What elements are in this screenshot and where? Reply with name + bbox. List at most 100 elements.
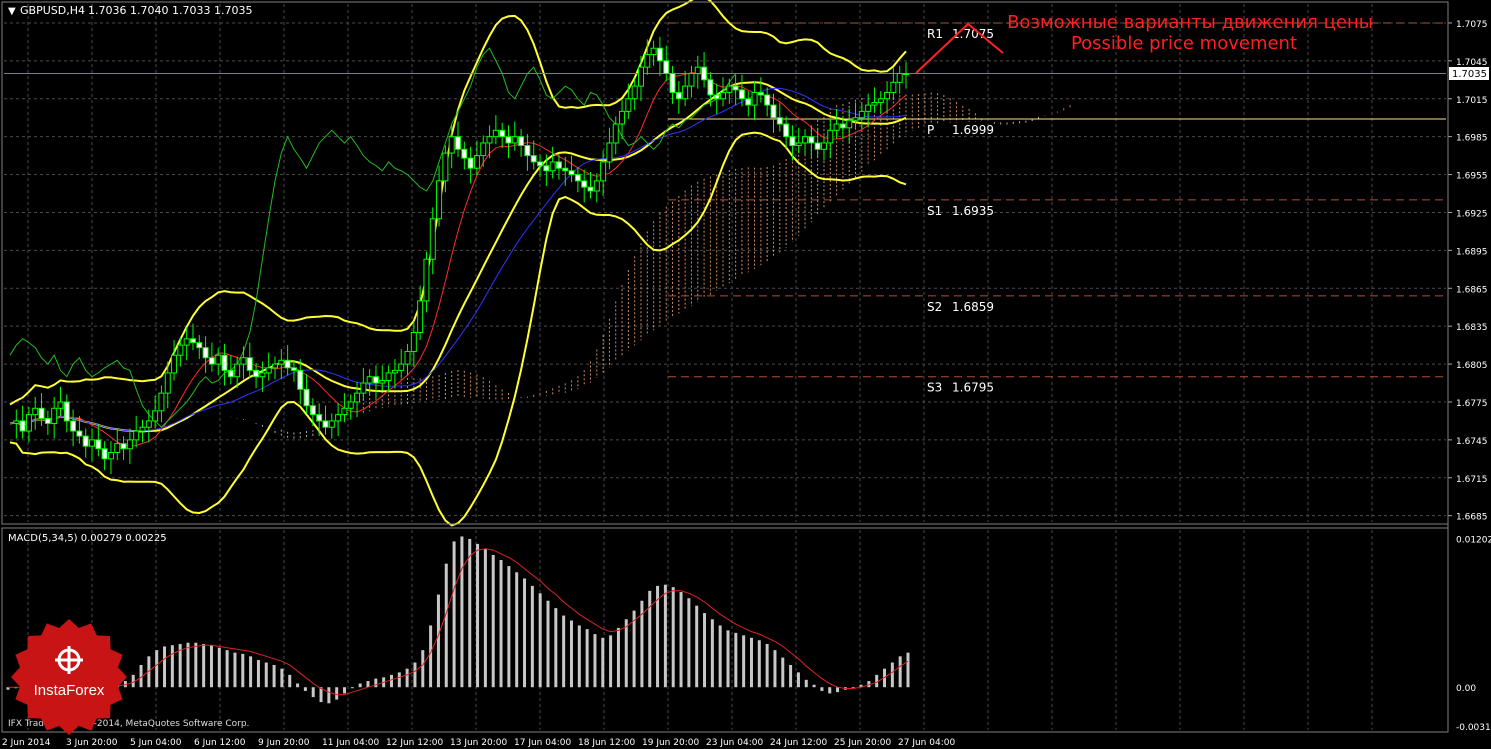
price-tick-label: 1.6835 [1456, 323, 1488, 333]
price-tick-label: 1.6865 [1456, 285, 1488, 295]
macd-bar [836, 687, 840, 693]
candle-body [505, 136, 512, 144]
candle-body [448, 136, 455, 154]
candle-body [19, 420, 26, 432]
candle-body [726, 85, 733, 93]
candle-body [139, 426, 146, 432]
time-tick-label: 12 Jun 12:00 [386, 738, 443, 748]
candle-body [461, 148, 468, 159]
candle-body [802, 136, 809, 144]
candle-body [839, 123, 846, 129]
candle-body [202, 347, 209, 359]
candle-body [335, 414, 342, 422]
candle-body [341, 407, 348, 416]
price-tick-label: 1.6805 [1456, 361, 1488, 371]
candle-body [612, 123, 619, 144]
trading-chart[interactable]: R1 1.7075P 1.6999S1 1.6935S2 1.6859S3 1.6795 … [0, 0, 1491, 749]
macd-bar [186, 642, 190, 688]
candle-body [820, 142, 827, 150]
price-tick-label: 1.7045 [1456, 58, 1488, 68]
symbol-title: GBPUSD,H4 [20, 4, 85, 17]
macd-bar [288, 674, 292, 688]
candle-body [688, 72, 695, 87]
candle-body [549, 161, 556, 172]
price-tick-label: 1.6775 [1456, 399, 1488, 409]
macd-bar [170, 645, 174, 688]
candle-body [240, 357, 247, 365]
macd-bar [804, 679, 808, 688]
macd-bar [546, 600, 550, 688]
candle-body [619, 110, 626, 125]
level-value-s3: 1.6795 [952, 381, 994, 395]
candle-body [379, 379, 386, 384]
macd-bar [429, 625, 433, 688]
macd-bar [726, 630, 730, 688]
candle-body [246, 357, 253, 371]
candle-body [398, 363, 405, 371]
candle-body [871, 102, 878, 106]
price-tick-label: 1.7015 [1456, 96, 1488, 106]
candle-body [846, 119, 853, 129]
time-tick-label: 13 Jun 20:00 [450, 738, 507, 748]
level-label-s1: S1 [927, 204, 942, 218]
macd-bar [898, 656, 902, 688]
candle-body [309, 405, 316, 416]
macd-bar [820, 687, 824, 691]
macd-bar [906, 652, 910, 688]
candle-body [568, 170, 575, 176]
macd-bar [609, 635, 613, 688]
candle-body [253, 369, 260, 378]
candle-body [404, 350, 411, 365]
macd-bar [679, 592, 683, 688]
macd-bar [350, 687, 354, 689]
candle-body [347, 401, 354, 409]
candle-body [852, 117, 859, 121]
macd-bar [757, 640, 761, 688]
macd-bar [624, 619, 628, 688]
candle-body [903, 72, 909, 75]
candle-body [32, 407, 39, 416]
candle-body [858, 110, 865, 119]
candle-body [391, 369, 398, 374]
candle-body [713, 94, 720, 100]
symbol-dropdown-icon[interactable]: ▼ [8, 6, 16, 17]
candle-body [290, 367, 297, 371]
candle-body [524, 145, 531, 157]
candle-body [164, 372, 171, 394]
candle-body [51, 407, 58, 424]
macd-bar [209, 645, 213, 688]
candle-body [152, 410, 159, 422]
macd-bar [734, 632, 738, 688]
candle-body [644, 54, 651, 68]
macd-bar [202, 643, 206, 688]
candle-body [13, 420, 20, 424]
macd-bar [562, 615, 566, 688]
candle-body [694, 66, 701, 74]
macd-bar [789, 664, 793, 688]
macd-bar [460, 536, 464, 688]
macd-bar [632, 610, 636, 688]
candle-body [38, 407, 45, 419]
time-tick-label: 11 Jun 04:00 [322, 738, 379, 748]
level-value-s1: 1.6935 [952, 204, 994, 218]
macd-bar [194, 642, 198, 688]
candle-body [272, 363, 279, 369]
price-tick-label: 1.6715 [1456, 475, 1488, 485]
candle-body [877, 98, 884, 104]
candle-body [189, 338, 196, 344]
candle-body [795, 142, 802, 147]
macd-bar [217, 647, 221, 688]
level-value-s2: 1.6859 [952, 300, 994, 314]
candle-body [284, 359, 291, 369]
macd-bar [577, 625, 581, 688]
time-tick-label: 19 Jun 20:00 [642, 738, 699, 748]
candle-body [650, 47, 657, 56]
candle-body [656, 47, 663, 62]
candle-body [455, 136, 461, 150]
candle-body [530, 155, 537, 163]
candle-body [417, 300, 424, 333]
candle-body [133, 430, 140, 441]
candle-body [783, 123, 790, 138]
candle-body [896, 72, 903, 83]
macd-bar [483, 548, 487, 688]
